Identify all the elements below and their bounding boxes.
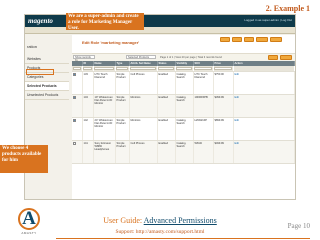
guide-link[interactable]: Advanced Permissions xyxy=(144,216,217,225)
callout-super-admin: We are a super-admin and create a role f… xyxy=(66,13,144,31)
cell-sku: W810i xyxy=(193,140,214,164)
search-button[interactable] xyxy=(280,55,292,60)
save-continue-button[interactable] xyxy=(270,37,282,42)
cell-id: 133 xyxy=(82,71,94,95)
cell-visibility: Catalog, Search xyxy=(175,140,194,164)
tab-websites[interactable]: Websites xyxy=(25,55,69,64)
products-grid: ID Name Type Attrib. Set Name Status Vis… xyxy=(72,61,295,164)
cell-id: 142 xyxy=(82,117,94,141)
guide-label: User Guide: xyxy=(103,216,144,225)
cell-status: Enabled xyxy=(157,140,176,164)
cell-status: Enabled xyxy=(157,94,176,118)
support-line[interactable]: Support: http://amasty.com/support.html xyxy=(0,229,320,235)
main-panel: Edit Role 'marketing manager' Show recor… xyxy=(72,35,295,199)
cell-price: $499.99 xyxy=(213,140,234,164)
highlight-tab xyxy=(26,69,54,75)
edit-link[interactable]: Edit xyxy=(235,96,239,99)
records-select[interactable]: Show records by xyxy=(73,55,95,62)
row-checkbox[interactable] xyxy=(73,141,76,145)
admin-screenshot: magento Logged in as super-admin | Log O… xyxy=(24,14,296,200)
cell-attribute-set: Monitors xyxy=(129,117,158,141)
cell-price: $750.00 xyxy=(213,71,234,95)
cell-attribute-set: Cell Phones xyxy=(129,140,158,164)
cell-type: Simple Product xyxy=(115,71,130,95)
cell-id: 141 xyxy=(82,140,94,164)
cell-visibility: Catalog, Search xyxy=(175,117,194,141)
footer-divider xyxy=(56,238,310,239)
cell-name: 24" Widescreen Flat-Panel LCD Monitor xyxy=(93,117,116,141)
callout-products: We choose 4 products available for him xyxy=(0,145,48,173)
table-row[interactable]: 142 24" Widescreen Flat-Panel LCD Monito… xyxy=(72,117,295,141)
cell-sku: HTC Touch Diamond xyxy=(193,71,214,95)
save-button[interactable] xyxy=(256,37,268,42)
slide-title: 2. Example 1 xyxy=(265,4,310,13)
delete-button[interactable] xyxy=(244,37,254,42)
tab-selected-products[interactable]: Selected Products xyxy=(25,82,69,91)
cell-visibility: Catalog, Search xyxy=(175,94,194,118)
edit-link[interactable]: Edit xyxy=(235,142,239,145)
cell-price: $399.99 xyxy=(213,94,234,118)
magento-logo: magento xyxy=(28,17,53,25)
table-row[interactable]: 143 19" Widescreen Flat-Panel LCD Monito… xyxy=(72,94,295,118)
grid-pager: Page 1 of 1 | View 20 per page | Total 3… xyxy=(160,55,222,59)
cell-name: Sony Ericsson W880i Headphones xyxy=(93,140,116,164)
edit-link[interactable]: Edit xyxy=(235,119,239,122)
cell-id: 143 xyxy=(82,94,94,118)
edit-link[interactable]: Edit xyxy=(235,73,239,76)
cell-name: 19" Widescreen Flat-Panel LCD Monitor xyxy=(93,94,116,118)
role-sidebar: ration Websites Products Categories Sele… xyxy=(25,35,69,199)
action-toolbar xyxy=(72,37,295,54)
selection-filter-select[interactable]: Selected Products xyxy=(126,55,156,59)
cell-name: HTC Touch Diamond xyxy=(93,71,116,95)
back-button[interactable] xyxy=(220,37,230,42)
cell-type: Simple Product xyxy=(115,94,130,118)
cell-attribute-set: Monitors xyxy=(129,94,158,118)
sidebar-title: ration xyxy=(27,44,38,49)
cell-price: $899.99 xyxy=(213,117,234,141)
header-user-info: Logged in as super-admin | Log Out xyxy=(244,18,292,22)
cell-status: Enabled xyxy=(157,71,176,95)
page-title: Edit Role 'marketing manager' xyxy=(82,40,140,45)
cell-attribute-set: Cell Phones xyxy=(129,71,158,95)
cell-visibility: Catalog, Search xyxy=(175,71,194,95)
cell-type: Simple Product xyxy=(115,140,130,164)
cell-sku: 1900WFPB xyxy=(193,94,214,118)
row-checkbox[interactable] xyxy=(73,118,76,122)
reset-button[interactable] xyxy=(232,37,242,42)
cell-status: Enabled xyxy=(157,117,176,141)
user-guide-line: User Guide: Advanced Permissions xyxy=(0,216,320,225)
cell-type: Simple Product xyxy=(115,117,130,141)
row-checkbox[interactable] xyxy=(73,72,76,76)
table-row[interactable]: 133 HTC Touch Diamond Simple Product Cel… xyxy=(72,71,295,95)
cell-sku: HZ4921FP xyxy=(193,117,214,141)
row-checkbox[interactable] xyxy=(73,95,76,99)
table-row[interactable]: 141 Sony Ericsson W880i Headphones Simpl… xyxy=(72,140,295,164)
grid-filter-bar: Show records by Selected Products Page 1… xyxy=(72,54,295,62)
tab-unselected-products[interactable]: Unselected Products xyxy=(25,91,69,100)
page-number: Page 10 xyxy=(287,222,310,230)
reset-filter-button[interactable] xyxy=(268,55,278,60)
